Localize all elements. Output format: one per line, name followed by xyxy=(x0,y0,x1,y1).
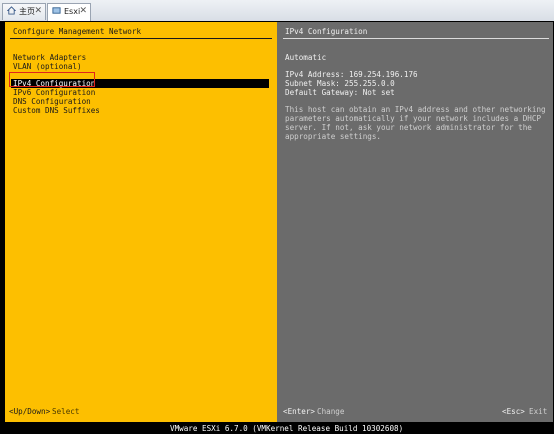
close-icon[interactable]: ✕ xyxy=(34,4,42,19)
build-info: VMware ESXi 6.7.0 (VMKernel Release Buil… xyxy=(170,424,404,433)
menu-item-dns[interactable]: DNS Configuration xyxy=(13,97,91,106)
description-line: This host can obtain an IPv4 address and… xyxy=(285,105,546,114)
menu-item-dns-suffixes[interactable]: Custom DNS Suffixes xyxy=(13,106,100,115)
default-gateway: Default Gateway: Not set xyxy=(285,88,395,97)
tab-home-label: 主页 xyxy=(19,7,35,16)
menu-item-network-adapters[interactable]: Network Adapters xyxy=(13,53,86,62)
panel-title: Configure Management Network xyxy=(13,27,142,36)
ipv4-mode: Automatic xyxy=(285,53,327,62)
tab-esxi[interactable]: Esxi ✕ xyxy=(47,3,91,21)
menu-item-ipv6[interactable]: IPv6 Configuration xyxy=(13,88,95,97)
divider xyxy=(10,38,272,39)
close-icon[interactable]: ✕ xyxy=(79,4,87,19)
hint-esc-key: <Esc> xyxy=(502,407,525,416)
tab-esxi-label: Esxi xyxy=(64,7,81,16)
details-panel: IPv4 Configuration Automatic IPv4 Addres… xyxy=(277,22,553,422)
hint-exit-label: Exit xyxy=(529,407,548,416)
details-title: IPv4 Configuration xyxy=(285,27,368,36)
status-bar: VMware ESXi 6.7.0 (VMKernel Release Buil… xyxy=(0,422,554,434)
description-line: parameters automatically if your network… xyxy=(285,114,542,123)
menu-item-vlan[interactable]: VLAN (optional) xyxy=(13,62,82,71)
tab-bar: 主页 ✕ Esxi ✕ xyxy=(0,0,554,22)
subnet-mask: Subnet Mask: 255.255.0.0 xyxy=(285,79,395,88)
ipv4-address: IPv4 Address: 169.254.196.176 xyxy=(285,70,418,79)
home-icon xyxy=(7,6,16,15)
divider xyxy=(283,38,549,39)
hint-change-label: Change xyxy=(317,407,345,416)
highlight-box xyxy=(9,72,95,87)
description-line: appropriate settings. xyxy=(285,132,382,141)
hint-select-label: Select xyxy=(52,407,80,416)
vm-icon xyxy=(52,7,61,14)
hint-up-down-key: <Up/Down> xyxy=(9,407,51,416)
tab-home[interactable]: 主页 ✕ xyxy=(2,3,46,20)
description-line: server. If not, ask your network adminis… xyxy=(285,123,532,132)
hint-enter-key: <Enter> xyxy=(283,407,316,416)
